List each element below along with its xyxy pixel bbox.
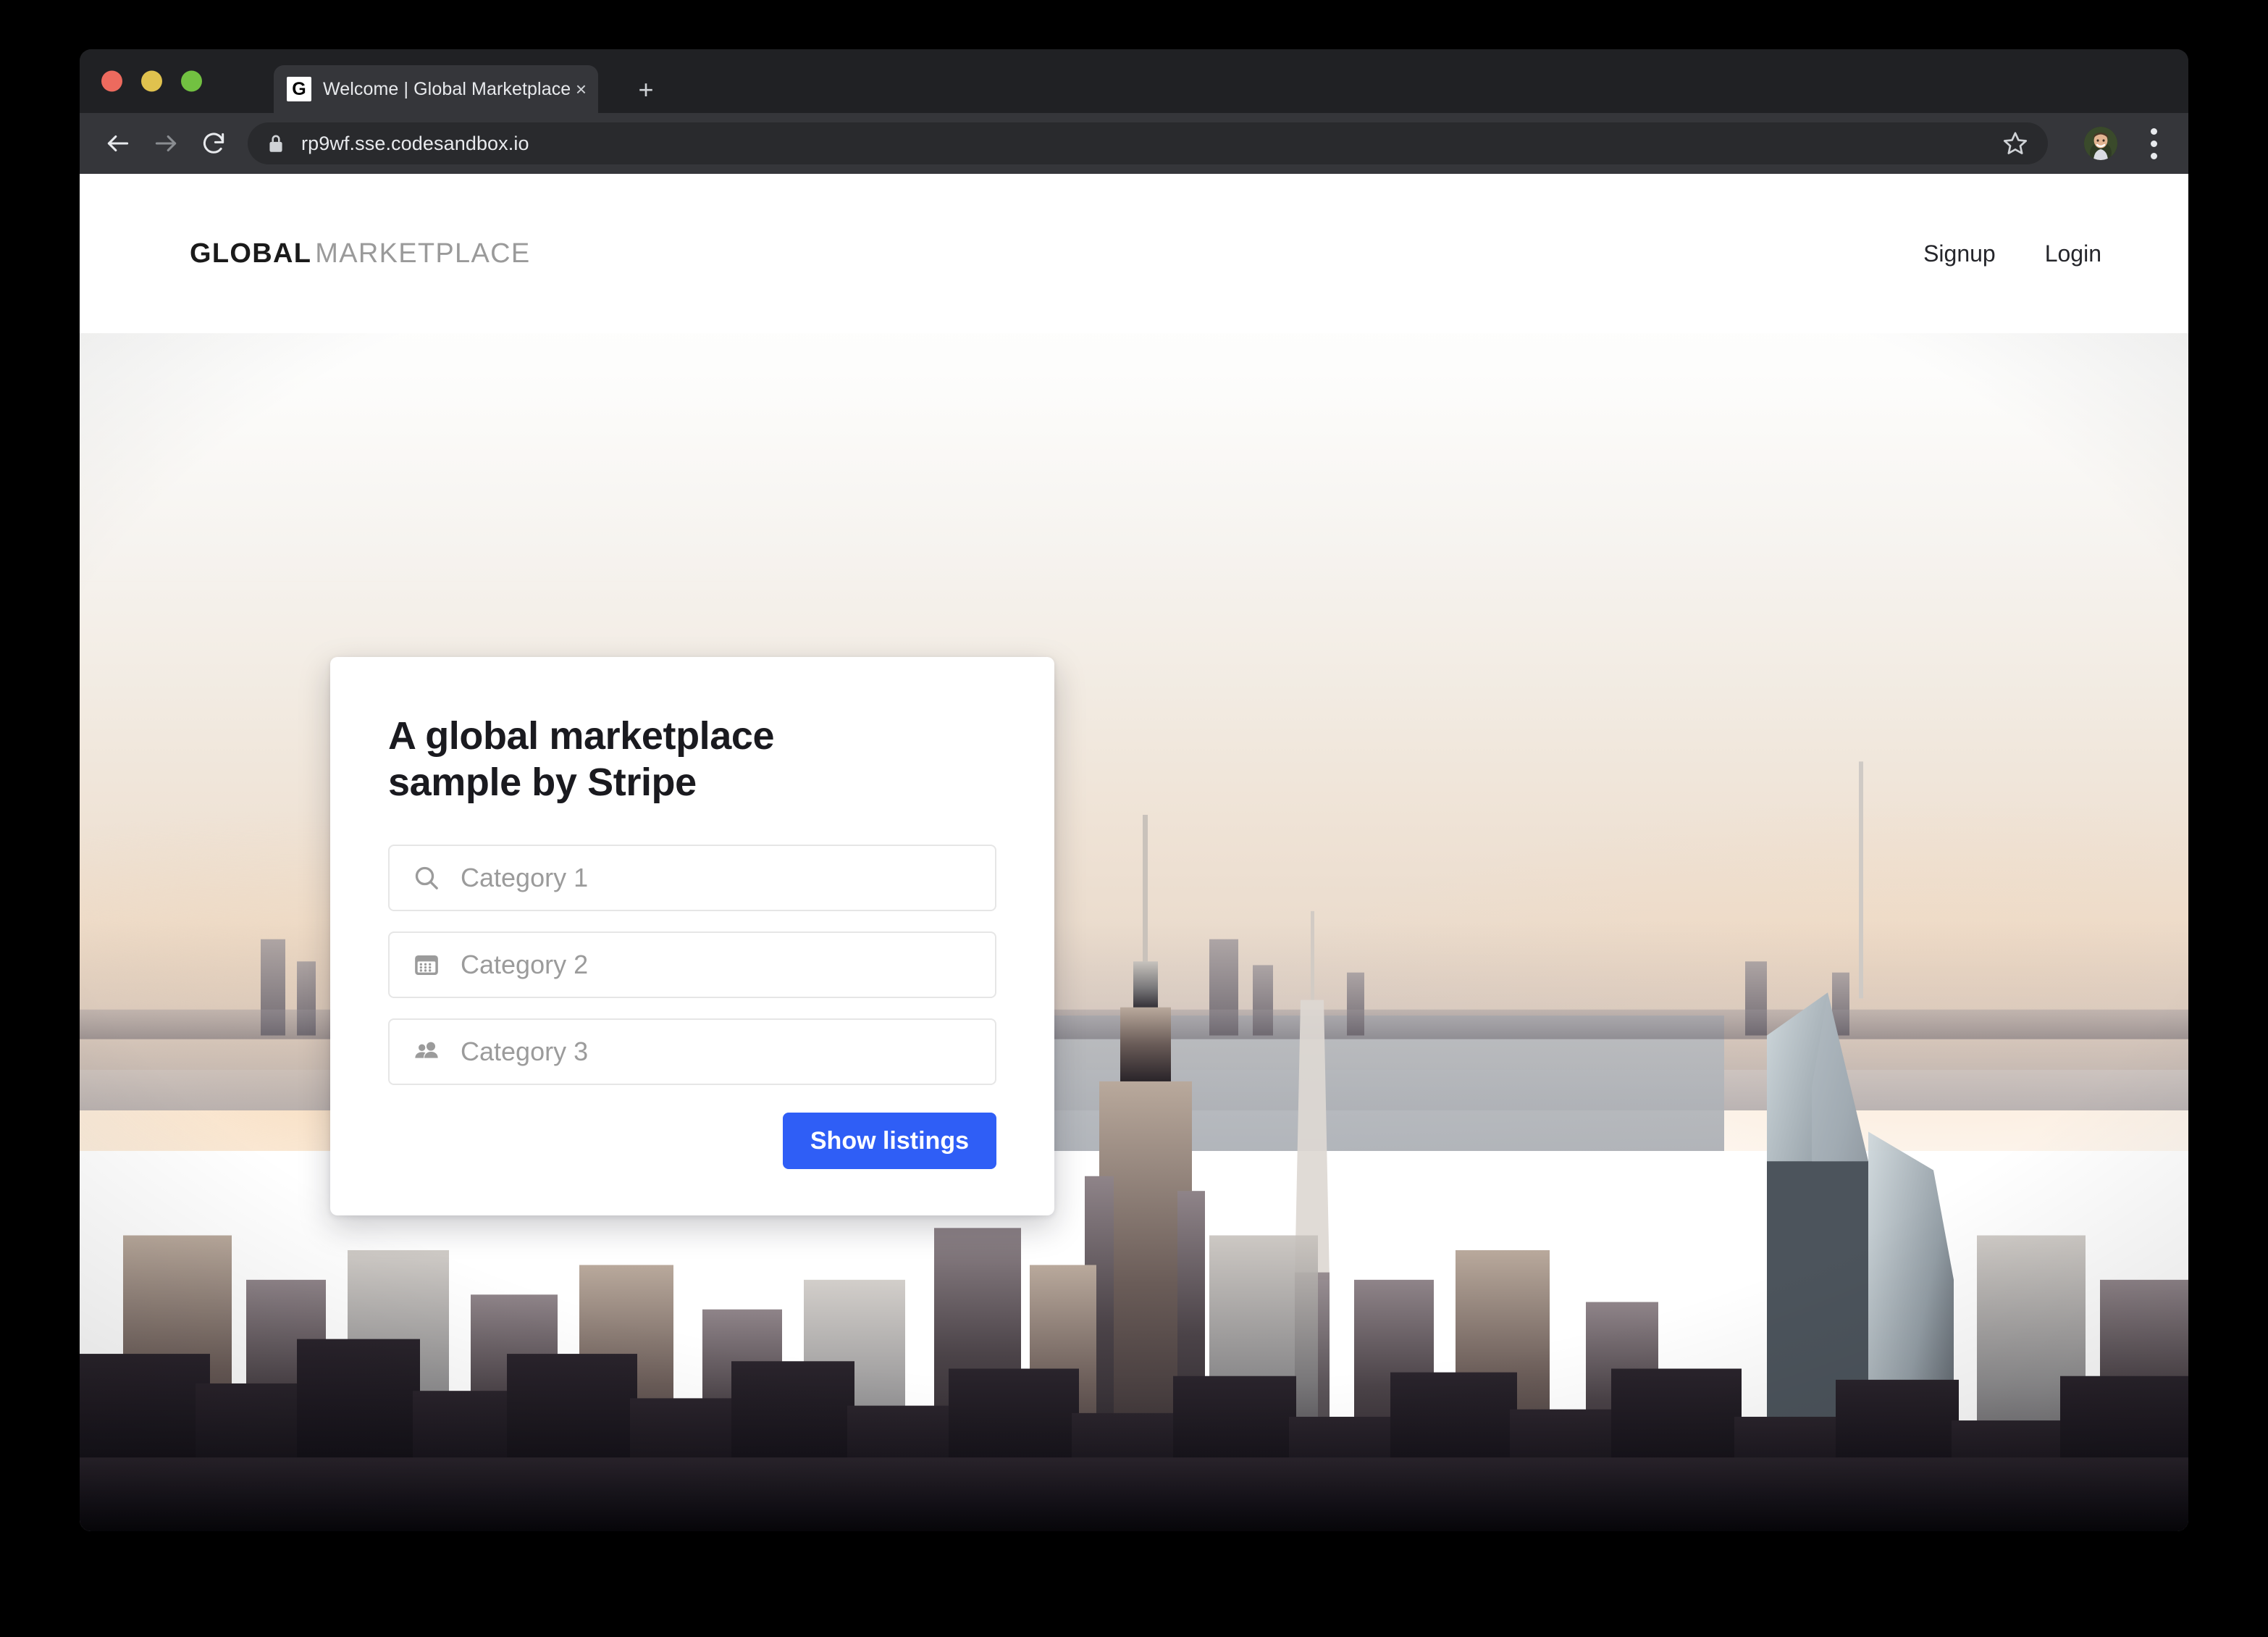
url-text: rp9wf.sse.codesandbox.io <box>301 132 529 154</box>
forward-arrow-icon <box>146 124 185 163</box>
minimize-window-button[interactable] <box>141 70 162 92</box>
reload-icon[interactable] <box>194 124 233 163</box>
site-logo-bold: GLOBAL <box>190 238 312 269</box>
nav-link-signup[interactable]: Signup <box>1923 240 1996 267</box>
category-1-placeholder: Category 1 <box>461 863 589 893</box>
tab-title: Welcome | Global Marketplace <box>323 78 570 99</box>
card-heading: A global marketplace sample by Stripe <box>388 714 775 804</box>
category-3-placeholder: Category 3 <box>461 1037 589 1067</box>
address-bar[interactable]: rp9wf.sse.codesandbox.io <box>248 122 2048 164</box>
category-1-input[interactable]: Category 1 <box>388 845 996 912</box>
maximize-window-button[interactable] <box>181 70 202 92</box>
nav-link-login[interactable]: Login <box>2045 240 2101 267</box>
search-icon <box>411 863 442 893</box>
site-logo[interactable]: GLOBAL MARKETPLACE <box>190 240 531 267</box>
category-3-input[interactable]: Category 3 <box>388 1018 996 1086</box>
browser-tab[interactable]: G Welcome | Global Marketplace × <box>274 65 598 113</box>
lock-icon <box>266 133 285 154</box>
site-logo-light: MARKETPLACE <box>315 238 531 269</box>
category-2-placeholder: Category 2 <box>461 950 589 980</box>
category-2-input[interactable]: Category 2 <box>388 931 996 999</box>
browser-tab-strip: G Welcome | Global Marketplace × + <box>80 49 2188 113</box>
site-nav: Signup Login <box>1923 240 2101 267</box>
bookmark-star-icon[interactable] <box>2002 130 2029 157</box>
close-icon[interactable]: × <box>576 80 587 99</box>
page-viewport: GLOBAL MARKETPLACE Signup Login A global … <box>80 174 2188 1531</box>
search-card: A global marketplace sample by Stripe Ca… <box>330 657 1054 1216</box>
show-listings-button[interactable]: Show listings <box>782 1113 996 1170</box>
three-dot-menu-icon[interactable] <box>2138 127 2170 159</box>
card-actions: Show listings <box>388 1113 996 1170</box>
calendar-icon <box>411 950 442 980</box>
window-traffic-lights <box>101 70 202 92</box>
tab-favicon-icon: G <box>287 77 311 101</box>
new-tab-button[interactable]: + <box>630 74 662 106</box>
browser-toolbar: rp9wf.sse.codesandbox.io <box>80 113 2188 174</box>
site-header: GLOBAL MARKETPLACE Signup Login <box>80 174 2188 333</box>
people-icon <box>411 1037 442 1067</box>
back-arrow-icon[interactable] <box>98 124 138 163</box>
profile-avatar[interactable] <box>2084 127 2117 160</box>
browser-window: G Welcome | Global Marketplace × + rp9wf… <box>80 49 2188 1531</box>
close-window-button[interactable] <box>101 70 122 92</box>
